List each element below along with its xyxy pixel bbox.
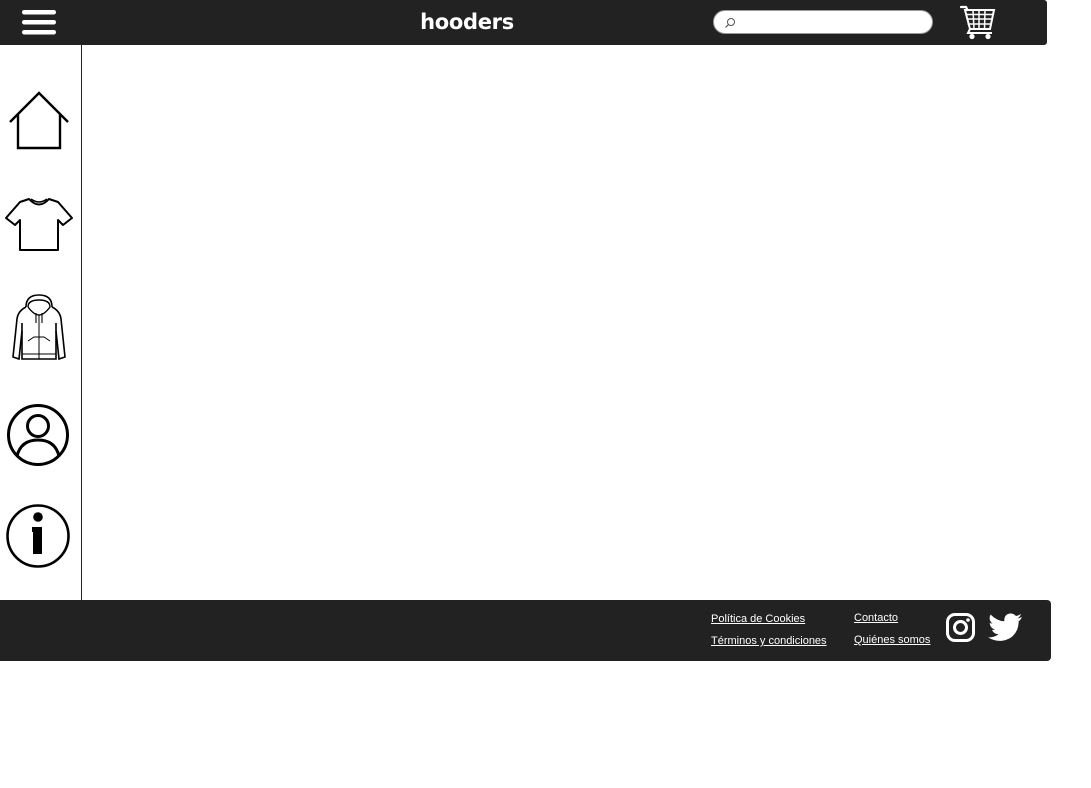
hoodie-icon — [0, 293, 80, 365]
sidebar-item-hoodies[interactable] — [0, 293, 80, 365]
contact-link[interactable]: Contacto — [854, 611, 898, 625]
sidebar-item-tshirts[interactable] — [0, 196, 80, 254]
page: hooders Política de Cookies Términos y c… — [0, 0, 1091, 788]
sidebar — [0, 45, 82, 600]
twitter-icon[interactable] — [988, 613, 1023, 648]
info-icon — [0, 502, 80, 570]
search-icon — [724, 16, 736, 28]
cookies-policy-link[interactable]: Política de Cookies — [711, 612, 805, 626]
user-icon — [0, 402, 80, 468]
tshirt-icon — [0, 196, 80, 254]
sidebar-item-account[interactable] — [0, 402, 80, 468]
search-input[interactable] — [742, 13, 922, 31]
sidebar-item-info[interactable] — [0, 502, 80, 570]
footer: Política de Cookies Términos y condicion… — [0, 600, 1051, 661]
house-icon — [0, 90, 80, 152]
about-us-link[interactable]: Quiénes somos — [854, 633, 930, 647]
terms-link[interactable]: Términos y condiciones — [711, 634, 827, 648]
shopping-cart-icon[interactable] — [959, 4, 997, 40]
top-bar: hooders — [0, 0, 1047, 45]
hamburger-menu-icon[interactable] — [22, 8, 57, 37]
brand-logo[interactable]: hooders — [420, 6, 514, 38]
instagram-icon[interactable] — [946, 613, 976, 648]
sidebar-item-home[interactable] — [0, 90, 80, 152]
search-box[interactable] — [713, 10, 933, 34]
